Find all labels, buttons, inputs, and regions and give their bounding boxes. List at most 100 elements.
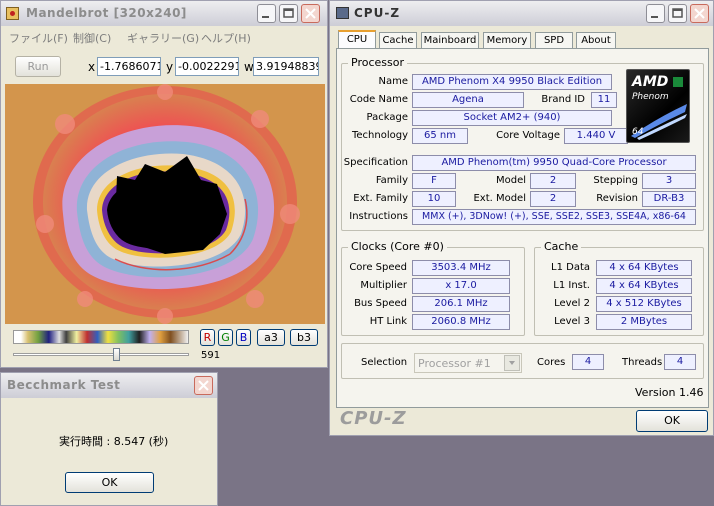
cpuz-window: CPU-Z CPU Cache Mainboard Memory SPD Abo…: [329, 0, 714, 436]
fractal-image: [5, 84, 325, 324]
processor-group-title: Processor: [348, 56, 407, 69]
logo-brand: AMD: [632, 74, 669, 90]
threads-value: 4: [664, 354, 696, 370]
mandelbrot-window: Mandelbrot [320x240] ファイル(F) 制御(C) ギャラリー…: [0, 0, 328, 368]
technology-label: Technology: [351, 130, 408, 141]
cpuz-brand-text: CPU-Z: [340, 408, 407, 429]
app-icon: [6, 7, 19, 20]
bus-speed-label: Bus Speed: [354, 298, 407, 309]
benchmark-message: 実行時間 : 8.547 (秒): [59, 435, 169, 448]
close-icon: [198, 380, 209, 391]
cpuz-maximize-button[interactable]: [668, 4, 687, 23]
cpuz-close-button[interactable]: [690, 4, 709, 23]
run-button[interactable]: Run: [15, 56, 61, 77]
menu-gallery[interactable]: ギャラリー(G): [127, 30, 199, 46]
level3-label: Level 3: [554, 316, 590, 327]
benchmark-ok-button[interactable]: OK: [65, 472, 154, 493]
window-title: Mandelbrot [320x240]: [26, 6, 187, 20]
cpuz-titlebar[interactable]: CPU-Z: [330, 1, 713, 26]
benchmark-close-button[interactable]: [194, 376, 213, 395]
red-button[interactable]: R: [200, 329, 215, 346]
green-button[interactable]: G: [218, 329, 233, 346]
family-label: Family: [375, 175, 408, 186]
tab-cache[interactable]: Cache: [379, 32, 417, 49]
revision-label: Revision: [596, 193, 638, 204]
cache-group-title: Cache: [541, 240, 582, 253]
close-icon: [305, 8, 316, 19]
package-value: Socket AM2+ (940): [412, 110, 612, 126]
logo-num: 64: [632, 127, 644, 137]
w-input[interactable]: 3.91948839: [253, 57, 319, 76]
voltage-value: 1.440 V: [564, 128, 628, 144]
package-label: Package: [366, 112, 408, 123]
tab-memory[interactable]: Memory: [483, 32, 531, 49]
slider-thumb[interactable]: [113, 348, 120, 361]
ht-link-value: 2060.8 MHz: [412, 314, 510, 330]
selection-value: Processor #1: [418, 357, 491, 370]
codename-label: Code Name: [349, 94, 408, 105]
minimize-button[interactable]: [257, 4, 276, 23]
stepping-value: 3: [642, 173, 696, 189]
minimize-icon: [262, 16, 269, 18]
multiplier-value: x 17.0: [412, 278, 510, 294]
l1-inst-value: 4 x 64 KBytes: [596, 278, 692, 294]
name-label: Name: [378, 76, 408, 87]
multiplier-label: Multiplier: [360, 280, 407, 291]
technology-value: 65 nm: [412, 128, 468, 144]
close-button[interactable]: [301, 4, 320, 23]
model-label: Model: [495, 175, 526, 186]
benchmark-titlebar[interactable]: Becchmark Test: [1, 373, 217, 398]
version-text: Version 1.46: [635, 386, 704, 399]
level2-label: Level 2: [554, 298, 590, 309]
extfamily-value: 10: [412, 191, 456, 207]
a3-button[interactable]: a3: [257, 329, 285, 346]
benchmark-title: Becchmark Test: [7, 378, 121, 392]
maximize-button[interactable]: [279, 4, 298, 23]
x-label: x: [88, 60, 96, 74]
y-label: y: [166, 60, 174, 74]
menu-help[interactable]: ヘルプ(H): [201, 30, 251, 46]
slider-track: [13, 353, 189, 356]
iteration-slider[interactable]: [13, 348, 189, 362]
dropdown-arrow-icon[interactable]: [504, 355, 520, 371]
l1-data-label: L1 Data: [551, 262, 590, 273]
revision-value: DR-B3: [642, 191, 696, 207]
close-icon: [694, 8, 705, 19]
extmodel-value: 2: [530, 191, 576, 207]
instructions-value: MMX (+), 3DNow! (+), SSE, SSE2, SSE3, SS…: [412, 209, 696, 225]
blue-button[interactable]: B: [236, 329, 251, 346]
cpuz-app-icon: [336, 7, 349, 19]
voltage-label: Core Voltage: [496, 130, 560, 141]
cpuz-ok-button[interactable]: OK: [636, 410, 708, 432]
amd-phenom-logo: AMD Phenom 64: [626, 69, 690, 143]
cpuz-minimize-button[interactable]: [646, 4, 665, 23]
minimize-icon: [651, 16, 658, 18]
tab-cpu[interactable]: CPU: [338, 30, 376, 49]
cpuz-title: CPU-Z: [354, 6, 401, 20]
slider-value: 591: [201, 350, 221, 361]
extmodel-label: Ext. Model: [473, 193, 526, 204]
name-value: AMD Phenom X4 9950 Black Edition: [412, 74, 612, 90]
bus-speed-value: 206.1 MHz: [412, 296, 510, 312]
l1-data-value: 4 x 64 KBytes: [596, 260, 692, 276]
tab-spd[interactable]: SPD: [535, 32, 573, 49]
selection-dropdown[interactable]: Processor #1: [414, 353, 522, 373]
menu-control[interactable]: 制御(C): [73, 30, 111, 46]
mandelbrot-titlebar[interactable]: Mandelbrot [320x240]: [1, 1, 327, 26]
spec-value: AMD Phenom(tm) 9950 Quad-Core Processor: [412, 155, 696, 171]
b3-button[interactable]: b3: [290, 329, 318, 346]
family-value: F: [412, 173, 456, 189]
x-input[interactable]: -1.7686071: [97, 57, 161, 76]
model-value: 2: [530, 173, 576, 189]
ht-link-label: HT Link: [369, 316, 407, 327]
mandelbrot-canvas[interactable]: [5, 84, 325, 324]
y-input[interactable]: -0.0022291: [175, 57, 239, 76]
level3-value: 2 MBytes: [596, 314, 692, 330]
extfamily-label: Ext. Family: [353, 193, 408, 204]
menu-file[interactable]: ファイル(F): [9, 30, 68, 46]
codename-value: Agena: [412, 92, 524, 108]
palette-strip[interactable]: [13, 330, 189, 344]
tab-mainboard[interactable]: Mainboard: [421, 32, 479, 49]
threads-label: Threads: [622, 357, 663, 368]
tab-about[interactable]: About: [576, 32, 616, 49]
